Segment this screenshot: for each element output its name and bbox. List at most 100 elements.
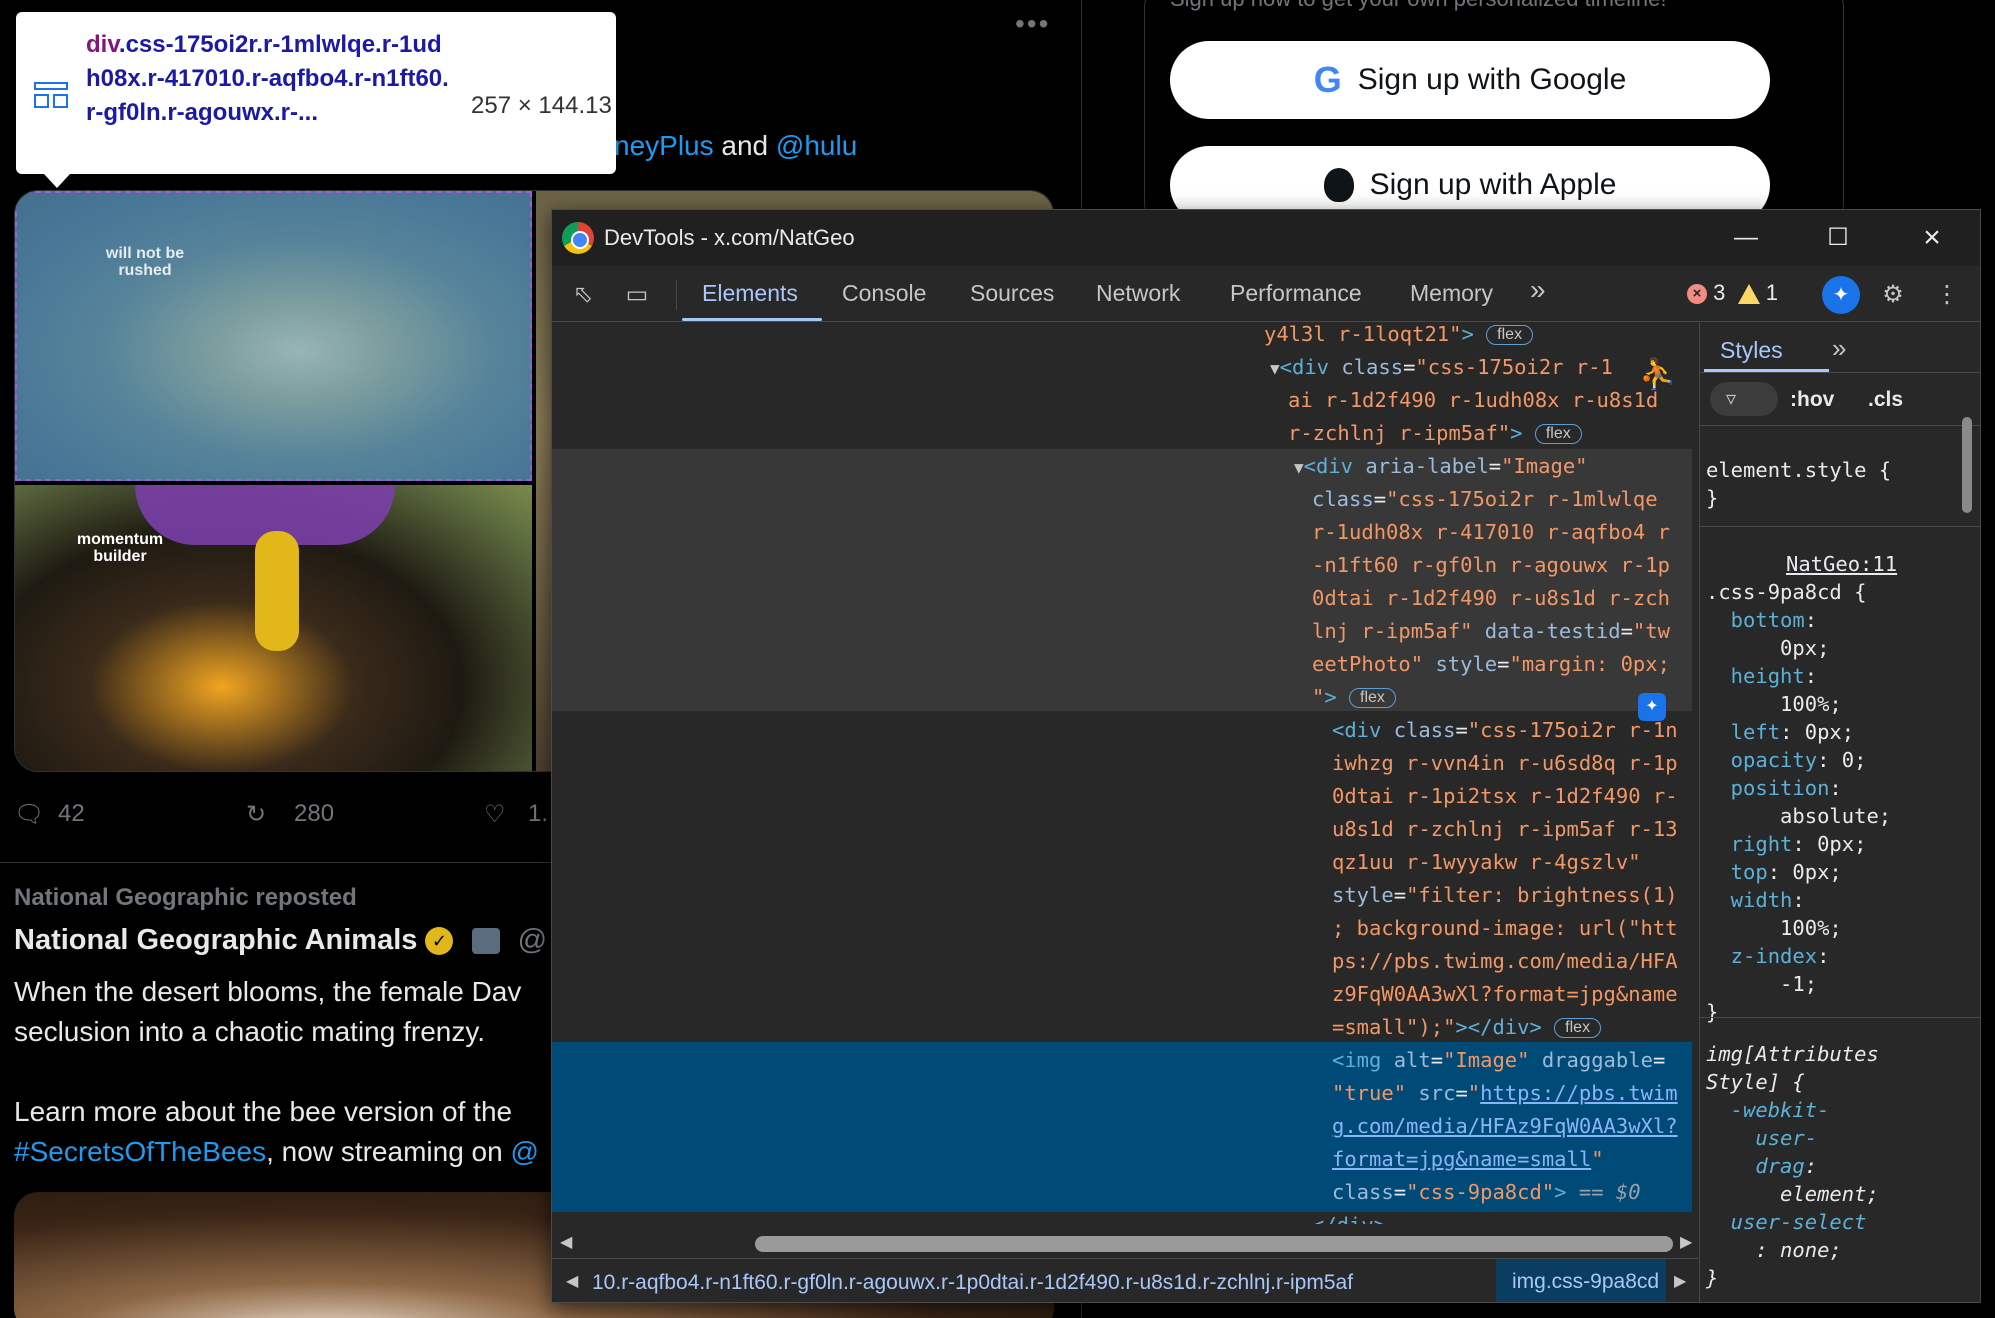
ai-inline-icon[interactable]: ✦ bbox=[1638, 693, 1666, 721]
dom-line[interactable]: z9FqW0AA3wXl?format=jpg&name bbox=[1332, 978, 1678, 1011]
flex-container-icon bbox=[34, 82, 68, 108]
repost-icon[interactable]: ↻ bbox=[246, 800, 266, 829]
tooltip-size: 257 × 144.13 bbox=[471, 92, 612, 119]
chrome-icon bbox=[562, 222, 594, 254]
cls-toggle[interactable]: .cls bbox=[1868, 388, 1903, 412]
filter-icon[interactable]: ▿ bbox=[1710, 382, 1778, 416]
google-icon: G bbox=[1313, 59, 1342, 100]
dom-line[interactable]: qz1uu r-1wyyakw r-4gszlv" bbox=[1332, 846, 1641, 879]
dom-line[interactable]: =small");"></div> flex bbox=[1332, 1011, 1602, 1044]
more-options-icon[interactable]: ••• bbox=[1015, 8, 1050, 40]
rule-selector[interactable]: .css-9pa8cd { bbox=[1706, 578, 1866, 606]
dom-node[interactable]: ▼<div class="css-175oi2r r-1 bbox=[1270, 351, 1613, 385]
maximize-icon[interactable]: ☐ bbox=[1810, 218, 1866, 258]
tweet-body-line-1: When the desert blooms, the female Dav bbox=[14, 976, 522, 1007]
tab-performance[interactable]: Performance bbox=[1230, 280, 1362, 307]
dom-line[interactable]: 0dtai r-1d2f490 r-u8s1d r-zch bbox=[1312, 582, 1670, 615]
tweet-body-line-3: Learn more about the bee version of the bbox=[14, 1096, 513, 1127]
dom-line[interactable]: </div> bbox=[1312, 1209, 1386, 1224]
attr-style-selector[interactable]: img[Attributes Style] { bbox=[1706, 1040, 1879, 1096]
verified-badge-icon: ✓ bbox=[425, 927, 454, 956]
dom-line[interactable]: ; background-image: url("htt bbox=[1332, 912, 1678, 945]
settings-gear-icon[interactable]: ⚙ bbox=[1878, 280, 1908, 310]
ai-assistance-icon[interactable]: ✦ bbox=[1822, 276, 1860, 314]
dom-line[interactable]: eetPhoto" style="margin: 0px; bbox=[1312, 648, 1670, 681]
reply-icon[interactable]: 🗨 bbox=[14, 800, 44, 829]
mention-link[interactable]: @ bbox=[510, 1136, 538, 1167]
rule-source-link[interactable]: NatGeo:11 bbox=[1786, 552, 1897, 576]
breadcrumb-right-icon[interactable]: ▶ bbox=[1674, 1271, 1686, 1291]
rule-close: } bbox=[1706, 486, 1719, 510]
reposted-label: National Geographic reposted bbox=[14, 884, 357, 911]
attr-style-declarations[interactable]: -webkit- user- drag: element; user-selec… bbox=[1706, 1096, 1879, 1292]
devtools-titlebar[interactable]: DevTools - x.com/NatGeo — ☐ × bbox=[552, 210, 1980, 266]
disneyplus-mention[interactable]: sneyPlus bbox=[600, 130, 714, 161]
error-count: 3 bbox=[1713, 280, 1726, 305]
dom-line[interactable]: r-1udh08x r-417010 r-aqfbo4 r bbox=[1312, 516, 1670, 549]
hulu-mention[interactable]: @hulu bbox=[776, 130, 857, 161]
tab-console[interactable]: Console bbox=[842, 280, 926, 307]
inspect-tooltip: div.css-175oi2r.r-1mlwlqe.r-1udh08x.r-41… bbox=[16, 12, 616, 174]
tweet-text-line: sneyPlus and @hulu bbox=[600, 130, 857, 162]
photo-caption-2: momentum builder bbox=[76, 531, 164, 565]
styles-scrollbar[interactable] bbox=[1962, 417, 1972, 513]
signup-google-button[interactable]: G Sign up with Google bbox=[1170, 41, 1770, 119]
tweet-author[interactable]: National Geographic Animals ✓ @ bbox=[14, 924, 547, 957]
rule-divider bbox=[1700, 1017, 1980, 1018]
tab-elements[interactable]: Elements bbox=[702, 280, 798, 307]
issues-counter[interactable]: × 3 1 bbox=[1687, 280, 1778, 306]
dom-node-bg-div[interactable]: <div class="css-175oi2r r-1n bbox=[1332, 714, 1678, 747]
dom-line[interactable]: "true" src="https://pbs.twim bbox=[1332, 1077, 1678, 1110]
inspect-element-icon[interactable]: ⬁ bbox=[568, 280, 598, 310]
dom-line[interactable]: g.com/media/HFAz9FqW0AA3wXl? bbox=[1332, 1110, 1678, 1143]
dom-line[interactable]: ai r-1d2f490 r-1udh08x r-u8s1d bbox=[1288, 384, 1658, 417]
dom-line[interactable]: iwhzg r-vvn4in r-u6sd8q r-1p bbox=[1332, 747, 1678, 780]
element-style-rule[interactable]: element.style { bbox=[1706, 456, 1891, 484]
css-declarations[interactable]: bottom: 0px; height: 100%; left: 0px; op… bbox=[1706, 606, 1891, 1026]
tab-styles[interactable]: Styles bbox=[1720, 337, 1783, 364]
hov-toggle[interactable]: :hov bbox=[1790, 388, 1834, 412]
dom-line[interactable]: u8s1d r-zchlnj r-ipm5af r-13 bbox=[1332, 813, 1678, 846]
dom-node-image[interactable]: ▼<div aria-label="Image" bbox=[1294, 450, 1588, 484]
dom-line[interactable]: 0dtai r-1pi2tsx r-1d2f490 r- bbox=[1332, 780, 1678, 813]
dom-line[interactable]: "> flex bbox=[1312, 681, 1396, 714]
device-toolbar-icon[interactable]: ▭ bbox=[622, 280, 652, 310]
tweet-body-line-2: seclusion into a chaotic mating frenzy. bbox=[14, 1016, 486, 1047]
minimize-icon[interactable]: — bbox=[1718, 218, 1774, 258]
dom-line[interactable]: -n1ft60 r-gf0ln r-agouwx r-1p bbox=[1312, 549, 1670, 582]
devtools-toolbar: ⬁ ▭ Elements Console Sources Network Per… bbox=[552, 266, 1980, 322]
tab-memory[interactable]: Memory bbox=[1410, 280, 1493, 307]
rule-divider bbox=[1700, 526, 1980, 527]
breadcrumb-left-icon[interactable]: ◀ bbox=[566, 1271, 578, 1291]
dom-line[interactable]: y4l3l r-1loqt21"> flex bbox=[1264, 323, 1534, 351]
dom-line[interactable]: class="css-9pa8cd"> == $0 bbox=[1332, 1176, 1641, 1209]
dom-line[interactable]: lnj r-ipm5af" data-testid="tw bbox=[1312, 615, 1670, 648]
author-name[interactable]: National Geographic Animals bbox=[14, 924, 417, 956]
styles-panel: Styles » ▿ :hov .cls element.style { } N… bbox=[1699, 323, 1980, 1302]
tab-sources[interactable]: Sources bbox=[970, 280, 1054, 307]
dom-node-img-selected[interactable]: <img alt="Image" draggable= bbox=[1332, 1044, 1665, 1077]
kebab-menu-icon[interactable]: ⋮ bbox=[1932, 280, 1962, 310]
scroll-right-icon[interactable]: ▶ bbox=[1680, 1232, 1692, 1252]
dom-line[interactable]: style="filter: brightness(1) bbox=[1332, 879, 1678, 912]
breadcrumb-current[interactable]: img.css-9pa8cd bbox=[1496, 1259, 1666, 1302]
more-tabs-icon[interactable]: » bbox=[1530, 274, 1546, 306]
scroll-left-icon[interactable]: ◀ bbox=[560, 1232, 572, 1252]
dom-line[interactable]: class="css-175oi2r r-1mlwlqe bbox=[1312, 483, 1658, 516]
elements-horizontal-scrollbar[interactable] bbox=[755, 1236, 1673, 1252]
like-icon[interactable]: ♡ bbox=[484, 800, 506, 829]
close-icon[interactable]: × bbox=[1904, 218, 1960, 258]
dom-breadcrumb: ◀ 10.r-aqfbo4.r-n1ft60.r-gf0ln.r-agouwx.… bbox=[552, 1258, 1698, 1302]
warning-count: 1 bbox=[1765, 280, 1778, 305]
hashtag-link[interactable]: #SecretsOfTheBees bbox=[14, 1136, 266, 1167]
dom-line[interactable]: ps://pbs.twimg.com/media/HFA bbox=[1332, 945, 1678, 978]
dom-line[interactable]: format=jpg&name=small" bbox=[1332, 1143, 1604, 1176]
tab-network[interactable]: Network bbox=[1096, 280, 1180, 307]
warning-icon bbox=[1737, 284, 1760, 305]
signup-subtitle: Sign up now to get your own personalized… bbox=[1170, 0, 1667, 12]
accessibility-icon[interactable]: ⛹ bbox=[1639, 357, 1676, 392]
more-panes-icon[interactable]: » bbox=[1832, 333, 1846, 364]
dom-line[interactable]: r-zchlnj r-ipm5af"> flex bbox=[1288, 417, 1582, 450]
author-handle[interactable]: @ bbox=[518, 924, 547, 956]
breadcrumb-parent[interactable]: 10.r-aqfbo4.r-n1ft60.r-gf0ln.r-agouwx.r-… bbox=[592, 1271, 1498, 1295]
